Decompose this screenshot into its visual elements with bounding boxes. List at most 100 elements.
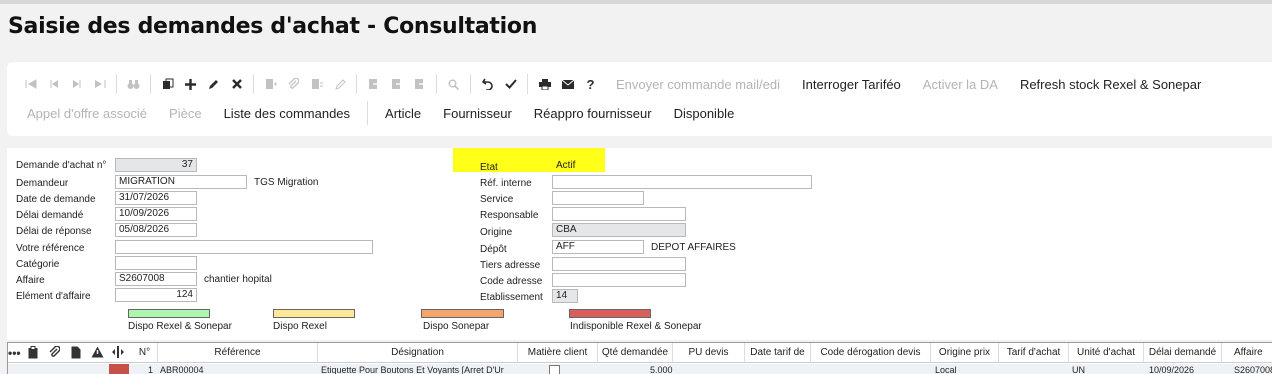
legend-label-dispo-rexel: Dispo Rexel — [273, 321, 327, 332]
votre-reference-label: Votre référence — [16, 243, 85, 254]
depot-name: DEPOT AFFAIRES — [651, 242, 736, 253]
toolbar: ? Envoyer commande mail/edi Interroger T… — [7, 62, 1272, 136]
columns-icon[interactable] — [112, 346, 124, 361]
doc-edit-icon[interactable] — [328, 73, 351, 95]
activer-da-button[interactable]: Activer la DA — [912, 77, 1009, 92]
first-icon[interactable] — [19, 73, 42, 95]
delai-demande-field[interactable]: 10/09/2026 — [115, 207, 197, 221]
piece-button[interactable]: Pièce — [158, 106, 213, 121]
export-2-icon[interactable] — [385, 73, 408, 95]
doc-add-icon[interactable] — [259, 73, 282, 95]
legend-swatch-dispo-rexel — [273, 309, 355, 318]
refresh-stock-button[interactable]: Refresh stock Rexel & Sonepar — [1009, 77, 1212, 92]
warning-icon[interactable] — [91, 346, 104, 361]
clipboard-icon[interactable] — [28, 346, 38, 362]
print-icon[interactable] — [533, 73, 556, 95]
categorie-field[interactable] — [115, 256, 197, 270]
undo-icon[interactable] — [476, 73, 499, 95]
demandeur-name: TGS Migration — [254, 177, 319, 188]
duplicate-icon[interactable] — [156, 73, 179, 95]
tiers-adresse-field[interactable] — [552, 257, 686, 271]
edit-icon[interactable] — [202, 73, 225, 95]
code-adresse-field[interactable] — [552, 273, 686, 287]
affaire-field[interactable]: S2607008 — [115, 272, 197, 286]
origine-field[interactable]: CBA — [552, 223, 686, 237]
mail-icon[interactable] — [556, 73, 579, 95]
col-reference[interactable]: Référence — [158, 343, 318, 363]
col-qte-demandee[interactable]: Qté demandée — [598, 343, 673, 363]
ref-interne-field[interactable] — [552, 175, 812, 189]
plus-icon[interactable] — [179, 73, 202, 95]
row-affaire[interactable]: S2607008 — [1234, 365, 1272, 374]
binoculars-icon[interactable] — [122, 73, 145, 95]
interroger-tarifeo-button[interactable]: Interroger Tariféo — [791, 77, 912, 92]
row-unite[interactable]: UN — [1072, 365, 1085, 374]
col-designation[interactable]: Désignation — [318, 343, 518, 363]
toolbar-separator — [253, 74, 254, 94]
delai-demande-label: Délai demandé — [16, 210, 84, 221]
article-button[interactable]: Article — [374, 106, 432, 121]
responsable-label: Responsable — [480, 210, 539, 221]
liste-commandes-button[interactable]: Liste des commandes — [213, 106, 361, 121]
more-icon[interactable]: ••• — [8, 346, 21, 360]
legend-label-dispo-sonepar: Dispo Sonepar — [423, 321, 490, 332]
matiere-client-checkbox[interactable] — [549, 365, 560, 374]
col-num[interactable]: N° — [132, 343, 158, 363]
send-order-mail-edi-button[interactable]: Envoyer commande mail/edi — [605, 77, 791, 92]
responsable-field[interactable] — [552, 207, 686, 221]
col-pu-devis[interactable]: PU devis — [673, 343, 745, 363]
row-delai[interactable]: 10/09/2026 — [1149, 365, 1194, 374]
col-unite-achat[interactable]: Unité d'achat — [1069, 343, 1144, 363]
depot-field[interactable]: AFF — [552, 240, 644, 254]
demandeur-field[interactable]: MIGRATION — [115, 175, 247, 189]
col-delai-demande[interactable]: Délai demandé — [1144, 343, 1222, 363]
header-form: Demande d'achat n° 37 Demandeur MIGRATIO… — [7, 148, 1272, 340]
table-row[interactable]: 1 ABR00004 Etiquette Pour Boutons Et Voy… — [8, 364, 1272, 374]
col-affaire[interactable]: Affaire — [1222, 343, 1272, 363]
element-affaire-field[interactable]: 124 — [115, 288, 197, 302]
doc-link-icon[interactable] — [305, 73, 328, 95]
col-code-derogation[interactable]: Code dérogation devis — [811, 343, 931, 363]
export-1-icon[interactable] — [362, 73, 385, 95]
legend-swatch-dispo-rexel-sonepar — [128, 309, 210, 318]
next-icon[interactable] — [65, 73, 88, 95]
etablissement-field[interactable]: 14 — [552, 289, 578, 303]
service-field[interactable] — [552, 191, 644, 205]
toolbar-separator — [436, 74, 437, 94]
toolbar-row-2: Appel d'offre associé Pièce Liste des co… — [16, 99, 745, 127]
help-icon[interactable]: ? — [579, 73, 602, 95]
page-title: Saisie des demandes d'achat - Consultati… — [8, 14, 538, 39]
date-demande-field[interactable]: 31/07/2026 — [115, 191, 197, 205]
col-date-tarif[interactable]: Date tarif de — [745, 343, 811, 363]
row-qte[interactable]: 5.000 — [650, 365, 673, 374]
search-icon[interactable] — [442, 73, 465, 95]
prev-icon[interactable] — [42, 73, 65, 95]
reappro-fournisseur-button[interactable]: Réappro fournisseur — [523, 106, 663, 121]
appel-offre-button[interactable]: Appel d'offre associé — [16, 106, 158, 121]
availability-indicator — [109, 364, 129, 374]
toolbar-separator — [356, 74, 357, 94]
element-affaire-label: Elément d'affaire — [16, 291, 91, 302]
export-3-icon[interactable] — [408, 73, 431, 95]
col-origine-prix[interactable]: Origine prix — [931, 343, 999, 363]
col-tarif-achat[interactable]: Tarif d'achat — [999, 343, 1069, 363]
toolbar-separator — [470, 74, 471, 94]
disponible-button[interactable]: Disponible — [663, 106, 746, 121]
delete-icon[interactable] — [225, 73, 248, 95]
check-icon[interactable] — [499, 73, 522, 95]
demande-number-field[interactable]: 37 — [115, 158, 197, 172]
attach-icon[interactable] — [282, 73, 305, 95]
last-icon[interactable] — [88, 73, 111, 95]
delai-reponse-field[interactable]: 05/08/2026 — [115, 223, 197, 237]
document-icon[interactable] — [71, 346, 81, 362]
row-reference[interactable]: ABR00004 — [160, 365, 204, 374]
row-designation[interactable]: Etiquette Pour Boutons Et Voyants [Arret… — [321, 365, 516, 374]
toolbar-separator — [603, 74, 604, 94]
legend-swatch-dispo-sonepar — [421, 309, 504, 318]
votre-reference-field[interactable] — [115, 240, 373, 254]
fournisseur-button[interactable]: Fournisseur — [432, 106, 523, 121]
attach-icon[interactable] — [49, 345, 61, 362]
col-matiere-client[interactable]: Matière client — [518, 343, 598, 363]
etat-value: Actif — [556, 160, 576, 171]
legend-label-dispo-rexel-sonepar: Dispo Rexel & Sonepar — [128, 321, 232, 332]
